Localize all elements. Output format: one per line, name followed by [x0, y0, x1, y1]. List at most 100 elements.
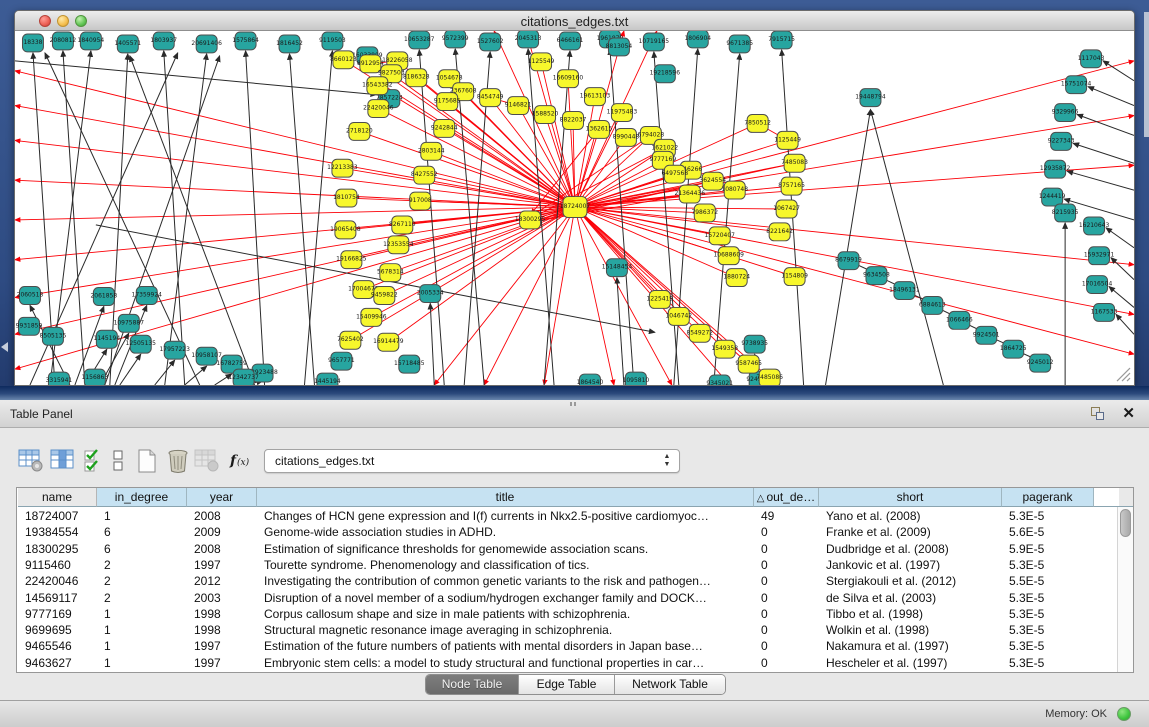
citing-node[interactable]: 8660123 — [330, 51, 357, 69]
table-cell[interactable]: 0 — [754, 590, 819, 607]
table-cell[interactable]: 1998 — [187, 622, 257, 639]
table-cell[interactable]: 19384554 — [18, 524, 97, 541]
cited-node[interactable]: 10719165 — [639, 33, 670, 51]
cited-node[interactable]: 1405571 — [114, 35, 141, 53]
table-cell[interactable]: 2 — [97, 557, 187, 574]
citation-edge[interactable] — [430, 303, 434, 385]
citation-edge[interactable] — [1088, 87, 1134, 106]
cited-node[interactable]: 15148454 — [602, 259, 633, 277]
cited-node[interactable]: 8679919 — [835, 252, 862, 270]
cited-node[interactable]: 1244419 — [1039, 188, 1066, 206]
citation-edge[interactable] — [15, 180, 575, 207]
node-table[interactable]: namein_degreeyeartitle△out_de…shortpager… — [16, 487, 1134, 673]
table-cell[interactable]: 9115460 — [18, 557, 97, 574]
citing-node[interactable]: 1046742 — [665, 307, 692, 325]
citation-edge[interactable] — [105, 56, 220, 385]
table-cell[interactable]: 5.3E-5 — [1002, 655, 1094, 672]
cited-node[interactable]: 10975887 — [114, 314, 145, 332]
table-cell[interactable]: 22420046 — [18, 573, 97, 590]
table-row[interactable]: 946362711997Embryonic stem cells: a mode… — [17, 655, 1117, 672]
table-cell[interactable]: 1 — [97, 655, 187, 672]
citing-node[interactable]: 8267110 — [389, 216, 416, 234]
citing-node[interactable]: 2803144 — [418, 142, 445, 160]
cited-node[interactable]: 12505135 — [126, 335, 157, 353]
citing-node[interactable]: 9459822 — [371, 287, 398, 305]
table-cell[interactable]: 2 — [97, 590, 187, 607]
table-cell[interactable]: 0 — [754, 622, 819, 639]
citing-node[interactable]: 5678314 — [377, 264, 404, 282]
cited-node[interactable]: 19448794 — [855, 89, 886, 107]
scrollbar-thumb[interactable] — [1120, 509, 1131, 537]
new-table-icon[interactable] — [136, 448, 158, 474]
citing-node[interactable]: 8427552 — [411, 166, 438, 184]
cited-node[interactable]: 9634508 — [863, 267, 890, 285]
citation-edge[interactable] — [15, 207, 575, 220]
memory-ok-indicator[interactable] — [1117, 707, 1131, 721]
table-cell[interactable]: 5.3E-5 — [1002, 508, 1094, 525]
table-cell[interactable]: 18300295 — [18, 541, 97, 558]
table-cell[interactable]: Investigating the contribution of common… — [257, 573, 754, 590]
citation-edge[interactable] — [714, 54, 740, 385]
citing-node[interactable]: 19166825 — [336, 251, 367, 269]
vertical-scrollbar[interactable] — [1117, 507, 1133, 672]
table-cell[interactable]: 1 — [97, 638, 187, 655]
cited-node[interactable]: 9345021 — [706, 375, 733, 385]
table-cell[interactable]: 1 — [97, 508, 187, 525]
cited-node[interactable]: 20691406 — [191, 35, 222, 53]
citation-edge[interactable] — [15, 140, 575, 207]
citing-node[interactable]: 8186328 — [403, 69, 430, 87]
cited-node[interactable]: 1117043 — [1078, 50, 1105, 68]
citing-node[interactable]: 1225419 — [647, 291, 674, 309]
table-cell[interactable]: 5.3E-5 — [1002, 638, 1094, 655]
cited-node[interactable]: 1167533 — [1091, 303, 1118, 321]
row-height-icon[interactable] — [111, 448, 125, 474]
citing-node[interactable]: 8454749 — [477, 89, 504, 107]
table-cell[interactable]: 0 — [754, 557, 819, 574]
window-resize-grip-icon[interactable] — [1117, 368, 1130, 381]
citation-edge[interactable] — [290, 54, 315, 385]
cited-node[interactable]: 1864540 — [577, 374, 604, 385]
column-header-name[interactable]: name — [18, 488, 97, 507]
table-cell[interactable]: 1997 — [187, 638, 257, 655]
citing-node[interactable]: 10688609 — [713, 247, 744, 265]
network-window-titlebar[interactable]: citations_edges.txt — [15, 11, 1134, 31]
table-cell[interactable]: Jankovic et al. (1997) — [819, 557, 1002, 574]
table-cell[interactable]: Stergiakouli et al. (2012) — [819, 573, 1002, 590]
cited-node[interactable]: 7915715 — [768, 31, 795, 49]
cited-node[interactable]: 1864725 — [1000, 340, 1027, 358]
table-row[interactable]: 1938455462009Genome-wide association stu… — [17, 524, 1117, 541]
table-cell[interactable]: 14569117 — [18, 590, 97, 607]
table-row[interactable]: 911546021997Tourette syndrome. Phenomeno… — [17, 557, 1117, 574]
table-cell[interactable]: 9465546 — [18, 638, 97, 655]
table-cell[interactable]: Changes of HCN gene expression and I(f) … — [257, 508, 754, 525]
table-cell[interactable]: 0 — [754, 638, 819, 655]
table-cell[interactable]: 5.3E-5 — [1002, 557, 1094, 574]
citation-edge[interactable] — [304, 51, 332, 385]
cited-node[interactable]: 9329966 — [1052, 104, 1079, 122]
citing-node[interactable]: 8549272 — [686, 324, 713, 342]
citing-node[interactable]: 9146821 — [505, 97, 532, 115]
table-cell[interactable]: 1997 — [187, 655, 257, 672]
cited-node[interactable]: 9245012 — [1027, 354, 1054, 372]
cited-node[interactable]: 19218596 — [650, 65, 681, 83]
table-column-icon[interactable] — [50, 448, 76, 474]
table-cell[interactable]: 2 — [97, 573, 187, 590]
citation-edge[interactable] — [120, 354, 141, 385]
citing-node[interactable]: 1125549 — [528, 53, 555, 71]
citing-node[interactable]: 2718120 — [346, 122, 373, 140]
citing-node[interactable]: 1125449 — [774, 131, 801, 149]
cited-node[interactable]: 1806904 — [684, 31, 711, 48]
citation-edge[interactable] — [15, 61, 376, 95]
table-cell[interactable]: Disruption of a novel member of a sodium… — [257, 590, 754, 607]
cited-node[interactable]: 9657771 — [328, 352, 355, 370]
table-cell[interactable]: 0 — [754, 573, 819, 590]
citation-edge[interactable] — [654, 52, 679, 385]
table-cell[interactable]: 49 — [754, 508, 819, 525]
table-cell[interactable]: Embryonic stem cells: a model to study s… — [257, 655, 754, 672]
cited-node[interactable]: 9572399 — [442, 31, 469, 48]
table-cell[interactable]: 2008 — [187, 508, 257, 525]
citing-node[interactable]: 1362615 — [586, 120, 613, 138]
table-settings-icon[interactable] — [18, 448, 44, 474]
cited-node[interactable]: 1066466 — [946, 311, 973, 329]
cited-node[interactable]: 1156863 — [82, 369, 109, 385]
